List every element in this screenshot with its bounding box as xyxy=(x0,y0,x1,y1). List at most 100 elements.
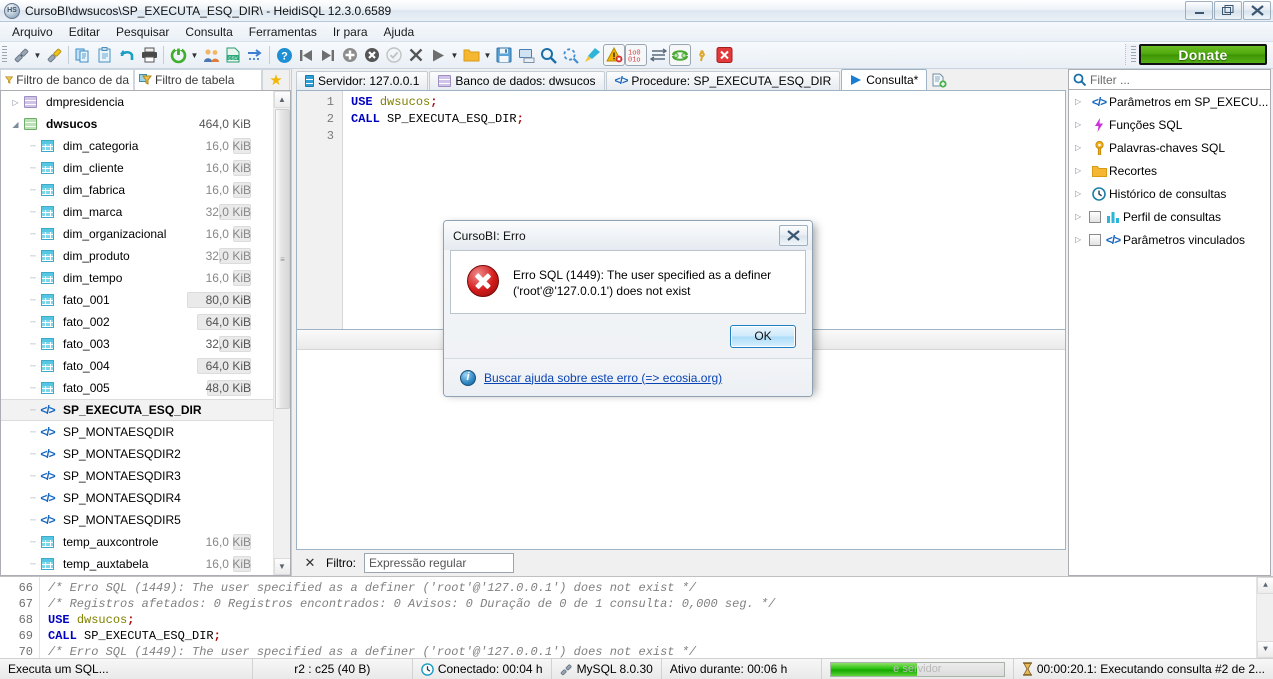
tab-servidor[interactable]: Servidor: 127.0.0.1 xyxy=(296,71,429,90)
tree-item-fato_004[interactable]: ┄ fato_004 64,0 KiB xyxy=(1,355,273,377)
maximize-button[interactable] xyxy=(1214,1,1242,20)
ok-button[interactable]: OK xyxy=(730,324,796,348)
tree-item-fato_001[interactable]: ┄ fato_001 80,0 KiB xyxy=(1,289,273,311)
cancel-changes-icon[interactable] xyxy=(405,44,427,66)
delete-row-icon[interactable] xyxy=(361,44,383,66)
find-replace-icon[interactable] xyxy=(559,44,581,66)
save-file-icon[interactable] xyxy=(493,44,515,66)
minimize-button[interactable] xyxy=(1185,1,1213,20)
filter-input[interactable]: Expressão regular xyxy=(364,553,514,573)
tree-item-sp-montaesqdir2[interactable]: ┄ </> SP_MONTAESQDIR2 xyxy=(1,443,273,465)
copy-icon[interactable] xyxy=(72,44,94,66)
export-csv-icon[interactable]: CSV xyxy=(222,44,244,66)
new-session-dropdown-icon[interactable]: ▼ xyxy=(32,44,43,66)
menu-consulta[interactable]: Consulta xyxy=(177,23,240,41)
undo-icon[interactable] xyxy=(116,44,138,66)
sql-log-panel[interactable]: 66 67 68 69 70 /* Erro SQL (1449): The u… xyxy=(0,576,1273,658)
print-icon[interactable] xyxy=(138,44,160,66)
find-icon[interactable] xyxy=(537,44,559,66)
tree-item-dim_produto[interactable]: ┄ dim_produto 32,0 KiB xyxy=(1,245,273,267)
tree-item-sp-executa-esq-dir[interactable]: ┄ </> SP_EXECUTA_ESQ_DIR xyxy=(1,399,273,421)
users-icon[interactable] xyxy=(200,44,222,66)
apply-changes-icon[interactable] xyxy=(383,44,405,66)
helper-item-funcoes-sql[interactable]: ▷ Funções SQL xyxy=(1069,113,1270,136)
menu-arquivo[interactable]: Arquivo xyxy=(4,23,61,41)
last-row-icon[interactable] xyxy=(317,44,339,66)
log-scroll-down-button[interactable]: ▼ xyxy=(1257,641,1273,658)
log-scroll-up-button[interactable]: ▲ xyxy=(1257,577,1273,594)
expander-icon[interactable]: ▷ xyxy=(1075,97,1089,106)
expander-icon[interactable]: ▷ xyxy=(1075,235,1089,244)
save-as-icon[interactable] xyxy=(515,44,537,66)
close-button[interactable] xyxy=(1243,1,1271,20)
tree-item-temp_auxtabela[interactable]: ┄ temp_auxtabela 16,0 KiB xyxy=(1,553,273,575)
tree-item-fato_003[interactable]: ┄ fato_003 32,0 KiB xyxy=(1,333,273,355)
table-filter-input[interactable]: Filtro de tabela xyxy=(134,69,262,90)
menu-ferramentas[interactable]: Ferramentas xyxy=(241,23,325,41)
insert-row-icon[interactable] xyxy=(339,44,361,66)
tree-item-fato_005[interactable]: ┄ fato_005 48,0 KiB xyxy=(1,377,273,399)
delimiter-icon[interactable] xyxy=(691,44,713,66)
helpers-tree[interactable]: ▷ </> Parâmetros em SP_EXECU... ▷ Funçõe… xyxy=(1068,90,1271,576)
scrollbar-thumb[interactable]: ≡ xyxy=(275,109,290,409)
expander-icon[interactable]: ▷ xyxy=(1075,120,1089,129)
toolbar-grip[interactable] xyxy=(2,46,7,64)
expander-icon[interactable]: ▷ xyxy=(1075,189,1089,198)
import-icon[interactable] xyxy=(244,44,266,66)
tree-item-sp-montaesqdir4[interactable]: ┄ </> SP_MONTAESQDIR4 xyxy=(1,487,273,509)
run-query-dropdown-icon[interactable]: ▼ xyxy=(449,44,460,66)
first-row-icon[interactable] xyxy=(295,44,317,66)
tree-item-sp-montaesqdir[interactable]: ┄ </> SP_MONTAESQDIR xyxy=(1,421,273,443)
menu-ajuda[interactable]: Ajuda xyxy=(376,23,423,41)
wrap-lines-icon[interactable] xyxy=(647,44,669,66)
error-dialog[interactable]: CursoBI: Erro Erro SQL (1449): The user … xyxy=(443,220,813,397)
format-sql-icon[interactable] xyxy=(581,44,603,66)
tree-item-sp-montaesqdir3[interactable]: ┄ </> SP_MONTAESQDIR3 xyxy=(1,465,273,487)
helpers-filter-input[interactable]: Filter ... xyxy=(1068,69,1271,90)
tree-item-fato_002[interactable]: ┄ fato_002 64,0 KiB xyxy=(1,311,273,333)
scroll-down-button[interactable]: ▼ xyxy=(273,558,290,575)
new-session-icon[interactable] xyxy=(10,44,32,66)
helper-item-parametros[interactable]: ▷ </> Parâmetros em SP_EXECU... xyxy=(1069,90,1270,113)
helper-item-palavras-chaves[interactable]: ▷ Palavras-chaves SQL xyxy=(1069,136,1270,159)
favorites-button[interactable]: ★ xyxy=(262,69,290,90)
tree-item-dim_tempo[interactable]: ┄ dim_tempo 16,0 KiB xyxy=(1,267,273,289)
scroll-up-button[interactable]: ▲ xyxy=(273,91,290,108)
tree-item-dwsucos[interactable]: ◢ dwsucos 464,0 KiB xyxy=(1,113,273,135)
binary-icon[interactable]: 1o0 01o xyxy=(625,44,647,66)
expander-icon[interactable]: ◢ xyxy=(9,120,22,129)
close-filter-button[interactable]: ✕ xyxy=(302,555,318,571)
open-file-icon[interactable] xyxy=(460,44,482,66)
stop-icon[interactable] xyxy=(713,44,735,66)
tab-consulta[interactable]: Consulta* xyxy=(841,69,928,90)
helper-checkbox[interactable] xyxy=(1089,233,1101,246)
tab-procedure[interactable]: </> Procedure: SP_EXECUTA_ESQ_DIR xyxy=(605,71,841,90)
tab-banco-de-dados[interactable]: Banco de dados: dwsucos xyxy=(429,71,605,90)
open-file-dropdown-icon[interactable]: ▼ xyxy=(482,44,493,66)
expander-icon[interactable]: ▷ xyxy=(1075,143,1089,152)
help-link[interactable]: Buscar ajuda sobre este erro (=> ecosia.… xyxy=(484,371,722,385)
menu-pesquisar[interactable]: Pesquisar xyxy=(108,23,177,41)
refresh-pair-icon[interactable] xyxy=(669,44,691,66)
donate-grip[interactable] xyxy=(1131,45,1136,64)
new-session-edit-icon[interactable] xyxy=(43,44,65,66)
tree-scrollbar[interactable]: ▲ ≡ ▼ xyxy=(273,91,290,575)
database-filter-input[interactable]: Filtro de banco de da xyxy=(0,69,134,90)
donate-button[interactable]: Donate xyxy=(1139,44,1267,65)
menu-irpara[interactable]: Ir para xyxy=(325,23,376,41)
tree-item-dim_cliente[interactable]: ┄ dim_cliente 16,0 KiB xyxy=(1,157,273,179)
paste-icon[interactable] xyxy=(94,44,116,66)
database-tree[interactable]: ▷ dmpresidencia ◢ dwsucos 464,0 KiB ┄ di… xyxy=(0,90,291,576)
helper-checkbox[interactable] xyxy=(1089,210,1101,223)
log-scrollbar[interactable]: ▲ ▼ xyxy=(1256,577,1273,658)
tree-item-dmpresidencia[interactable]: ▷ dmpresidencia xyxy=(1,91,273,113)
tree-item-temp_auxcontrole[interactable]: ┄ temp_auxcontrole 16,0 KiB xyxy=(1,531,273,553)
expander-icon[interactable]: ▷ xyxy=(1075,166,1089,175)
menu-editar[interactable]: Editar xyxy=(61,23,108,41)
help-icon[interactable]: ? xyxy=(273,44,295,66)
tree-item-sp-montaesqdir5[interactable]: ┄ </> SP_MONTAESQDIR5 xyxy=(1,509,273,531)
helper-item-recortes[interactable]: ▷ Recortes xyxy=(1069,159,1270,182)
warning-icon[interactable] xyxy=(603,44,625,66)
run-query-icon[interactable] xyxy=(427,44,449,66)
helper-item-historico[interactable]: ▷ Histórico de consultas xyxy=(1069,182,1270,205)
